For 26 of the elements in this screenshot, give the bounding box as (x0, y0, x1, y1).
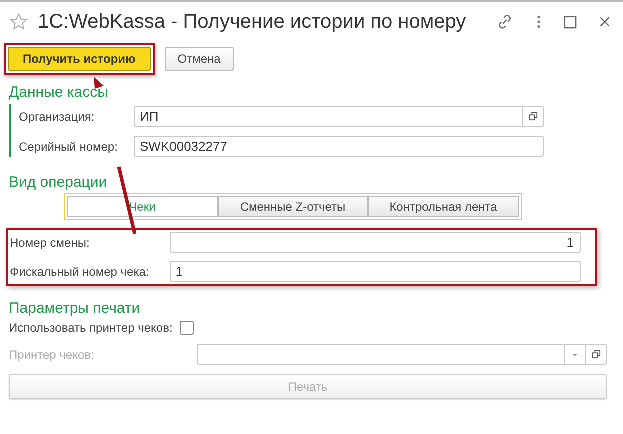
input-field[interactable]: 1 (170, 261, 581, 282)
field-label: Номер смены: (10, 236, 91, 250)
serial-number-field[interactable]: SWK00032277 (134, 136, 544, 157)
tab[interactable]: Чеки (67, 196, 218, 217)
field-label: Организация: (19, 110, 96, 124)
maximize-icon[interactable] (564, 16, 577, 28)
section-title: Данные кассы (8, 84, 108, 101)
more-icon[interactable] (536, 14, 542, 30)
window-title: 1C:WebKassa - Получение истории по номеру (38, 10, 468, 34)
tab[interactable]: Сменные Z-отчеты (218, 196, 368, 217)
checkbox[interactable] (180, 321, 194, 335)
get-history-button[interactable]: Получить историю (8, 47, 151, 71)
printer-field[interactable] (197, 344, 607, 365)
section-title: Вид операции (8, 174, 108, 191)
section-title: Параметры печати (8, 300, 140, 317)
field-label: Серийный номер: (19, 140, 119, 154)
organization-field[interactable]: ИП (134, 106, 544, 127)
checkbox-label: Использовать принтер чеков: (9, 321, 173, 335)
close-icon[interactable] (599, 16, 611, 28)
tab[interactable]: Контрольная лента (368, 196, 519, 217)
link-icon[interactable] (496, 13, 514, 31)
field-label: Принтер чеков: (9, 348, 96, 362)
cancel-button[interactable]: Отмена (164, 47, 234, 71)
star-icon[interactable] (10, 13, 28, 31)
field-label: Фискальный номер чека: (10, 264, 150, 278)
input-field[interactable]: 1 (170, 232, 581, 253)
